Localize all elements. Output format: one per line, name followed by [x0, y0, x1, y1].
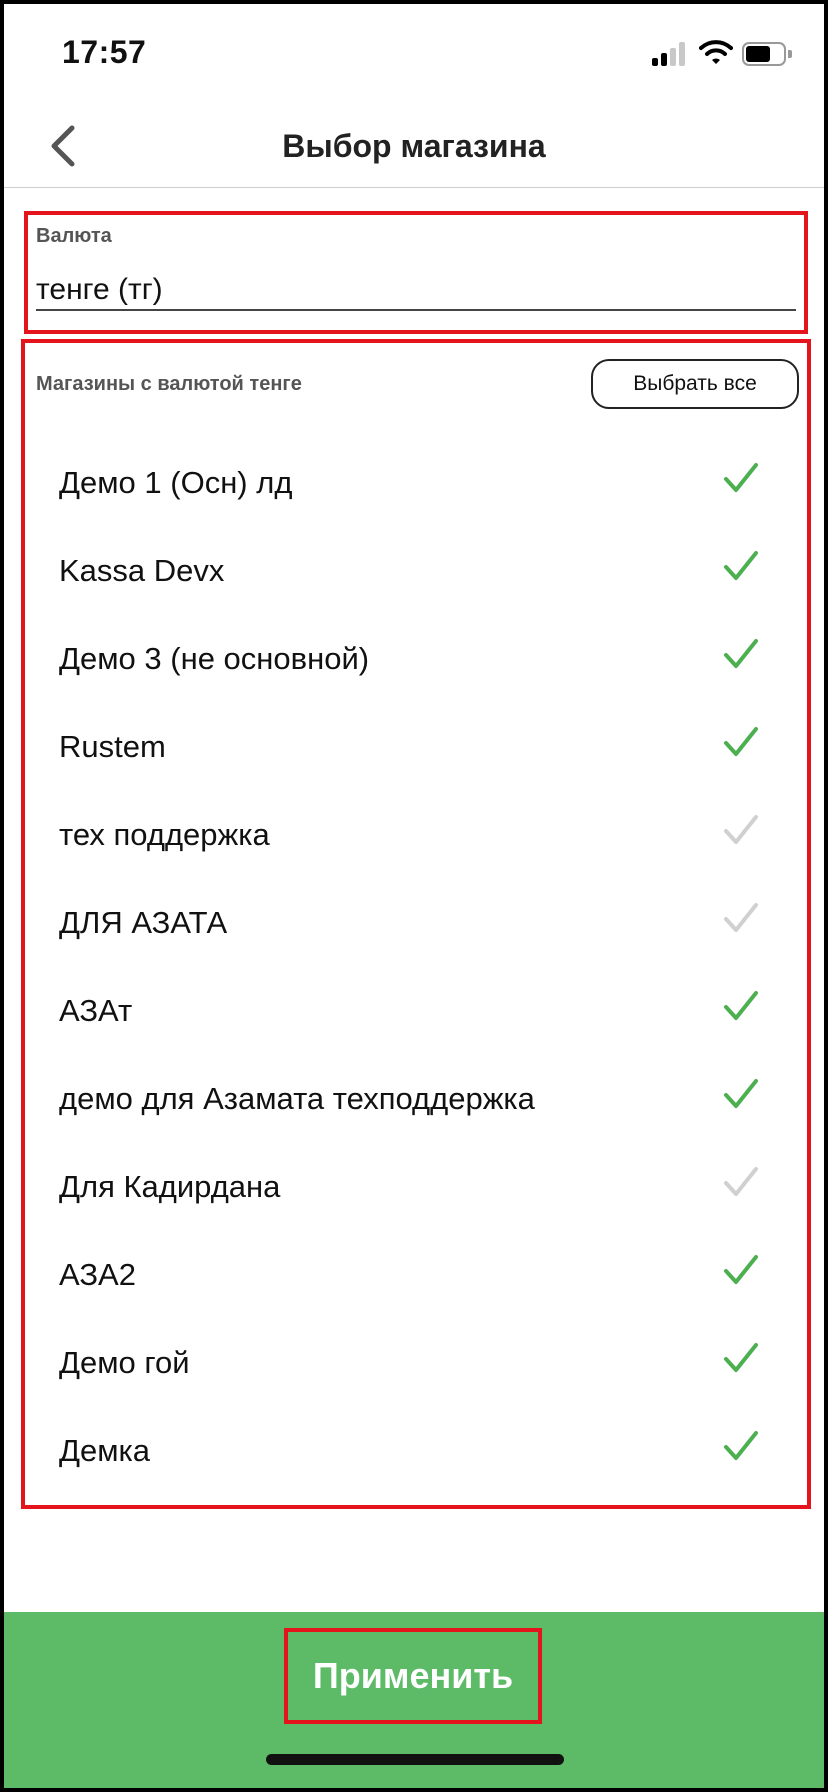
store-name: демо для Азамата техподдержка	[59, 1081, 535, 1116]
cellular-signal-icon	[652, 42, 688, 66]
store-name: Демо 1 (Осн) лд	[59, 465, 293, 500]
stores-section: Магазины с валютой тенге Выбрать все Дем…	[21, 339, 811, 1509]
store-item[interactable]: Rustem	[25, 703, 807, 791]
checkmark-icon[interactable]	[723, 813, 759, 847]
status-time: 17:57	[62, 34, 147, 70]
checkmark-icon[interactable]	[723, 637, 759, 671]
store-item[interactable]: Для Кадирдана	[25, 1143, 807, 1231]
bottom-bar: Применить	[4, 1612, 824, 1788]
store-list: Демо 1 (Осн) лд Kassa Devx Демо 3 (не осно…	[25, 439, 807, 1495]
currency-label: Валюта	[36, 225, 112, 247]
store-name: Демка	[59, 1433, 151, 1468]
store-name: АЗА2	[59, 1257, 136, 1292]
select-all-button[interactable]: Выбрать все	[591, 359, 799, 409]
app-screen: 17:57 Выбор магазина Валюта тенге (тг) М…	[4, 4, 824, 1788]
checkmark-icon[interactable]	[723, 1253, 759, 1287]
checkmark-icon[interactable]	[723, 549, 759, 583]
store-item[interactable]: АЗА2	[25, 1231, 807, 1319]
store-name: ДЛЯ АЗАТА	[59, 905, 228, 940]
store-name: тех поддержка	[59, 817, 270, 852]
store-item[interactable]: Демо гой	[25, 1319, 807, 1407]
home-indicator	[266, 1754, 564, 1765]
store-name: Rustem	[59, 729, 166, 764]
checkmark-icon[interactable]	[723, 1077, 759, 1111]
page-title: Выбор магазина	[282, 128, 546, 164]
store-item[interactable]: Демо 1 (Осн) лд	[25, 439, 807, 527]
store-item[interactable]: Kassa Devx	[25, 527, 807, 615]
apply-button[interactable]: Применить	[284, 1628, 542, 1724]
store-name: АЗАт	[59, 993, 133, 1028]
store-item[interactable]: тех поддержка	[25, 791, 807, 879]
store-name: Демо гой	[59, 1345, 190, 1380]
store-name: Kassa Devx	[59, 553, 225, 588]
navigation-bar: Выбор магазина	[4, 104, 824, 188]
store-item[interactable]: демо для Азамата техподдержка	[25, 1055, 807, 1143]
stores-header-label: Магазины с валютой тенге	[36, 373, 302, 395]
wifi-icon	[699, 40, 733, 64]
currency-section: Валюта тенге (тг)	[24, 211, 808, 334]
store-item[interactable]: Демо 3 (не основной)	[25, 615, 807, 703]
store-name: Демо 3 (не основной)	[59, 641, 370, 676]
status-bar: 17:57	[4, 4, 824, 104]
store-item[interactable]: АЗАт	[25, 967, 807, 1055]
store-name: Для Кадирдана	[59, 1169, 281, 1204]
checkmark-icon[interactable]	[723, 1429, 759, 1463]
checkmark-icon[interactable]	[723, 725, 759, 759]
battery-icon	[742, 42, 792, 66]
checkmark-icon[interactable]	[723, 461, 759, 495]
store-item[interactable]: Демка	[25, 1407, 807, 1495]
checkmark-icon[interactable]	[723, 989, 759, 1023]
checkmark-icon[interactable]	[723, 1165, 759, 1199]
checkmark-icon[interactable]	[723, 1341, 759, 1375]
currency-select[interactable]: тенге (тг)	[36, 273, 796, 311]
store-item[interactable]: ДЛЯ АЗАТА	[25, 879, 807, 967]
checkmark-icon[interactable]	[723, 901, 759, 935]
